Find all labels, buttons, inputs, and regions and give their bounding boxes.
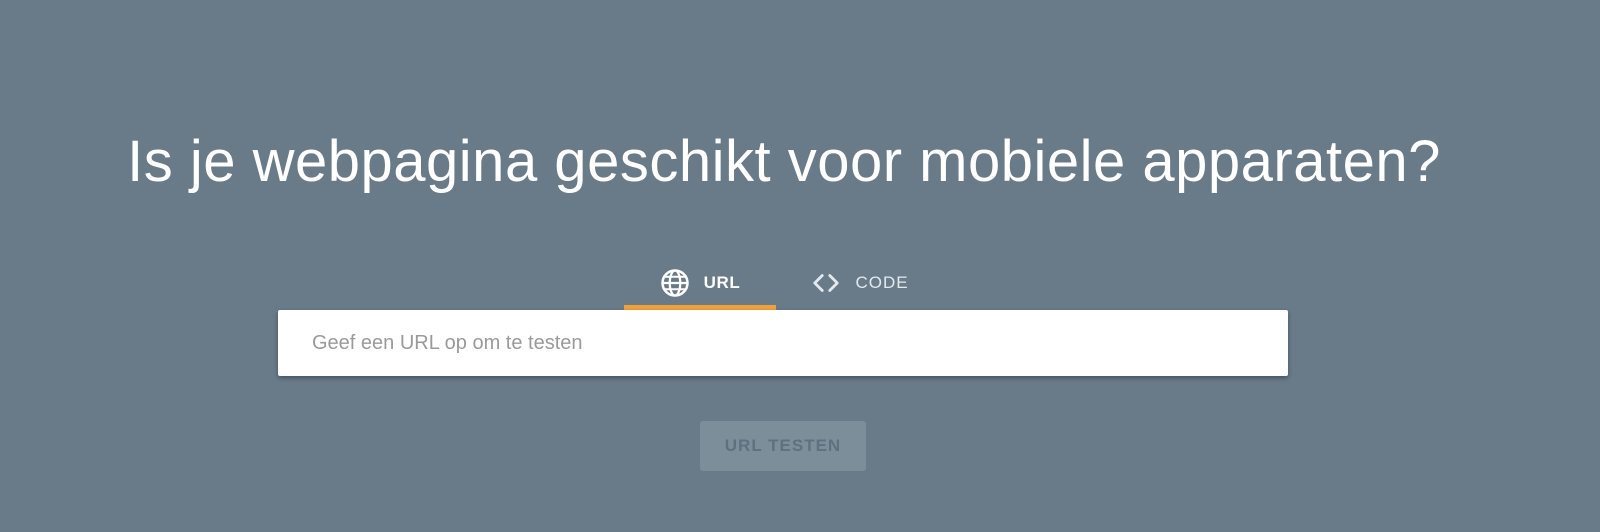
- globe-icon: [660, 268, 690, 298]
- code-icon: [811, 268, 841, 298]
- url-input[interactable]: [278, 310, 1288, 376]
- tab-url-label: URL: [703, 273, 741, 292]
- page-title: Is je webpagina geschikt voor mobiele ap…: [127, 129, 1441, 194]
- url-input-container: [278, 310, 1288, 376]
- tab-code-label: CODE: [855, 273, 909, 292]
- mobile-friendly-test-page: Is je webpagina geschikt voor mobiele ap…: [0, 0, 1600, 532]
- tab-url[interactable]: URL: [624, 256, 776, 310]
- input-mode-tabs: URL CODE: [624, 256, 944, 310]
- test-url-button[interactable]: URL TESTEN: [700, 421, 866, 471]
- tab-code[interactable]: CODE: [776, 256, 944, 310]
